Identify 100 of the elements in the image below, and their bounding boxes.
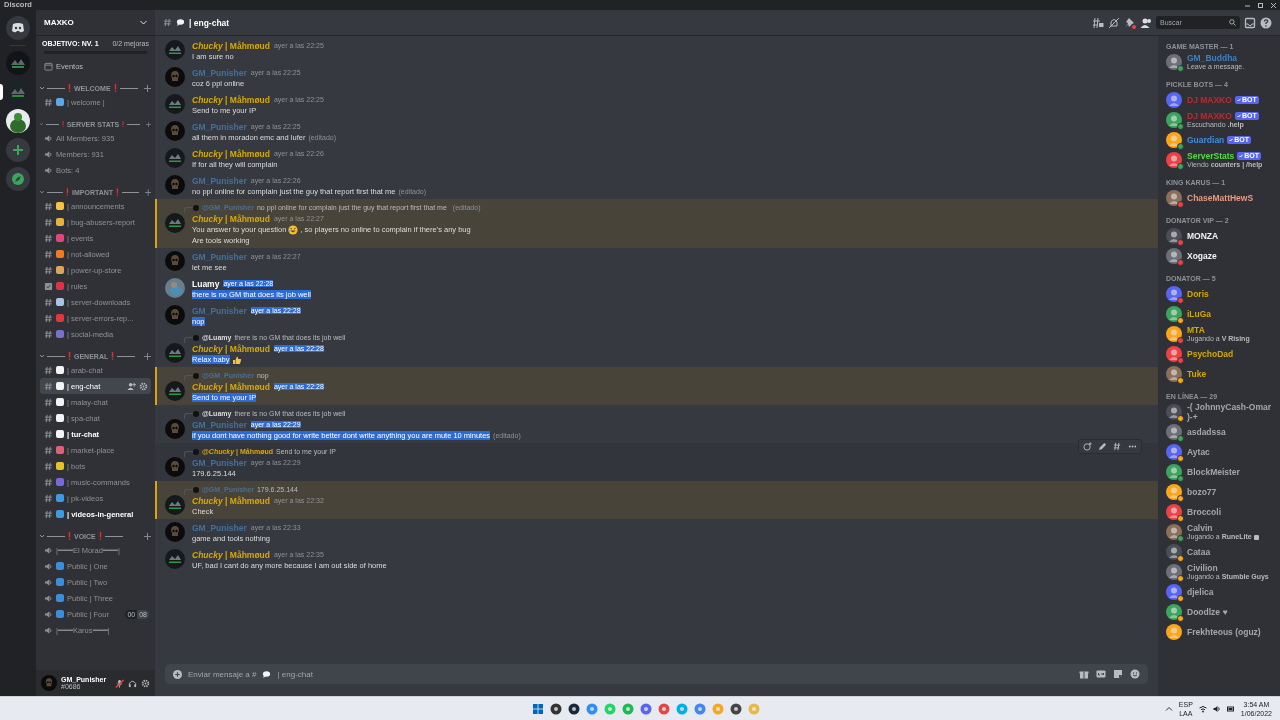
invite-icon[interactable] xyxy=(127,381,136,391)
chevron-down-icon[interactable] xyxy=(140,20,147,25)
plus-icon[interactable] xyxy=(144,532,151,540)
bell-muted-icon[interactable] xyxy=(1108,16,1120,29)
app-icon[interactable] xyxy=(550,703,563,715)
microphone-icon[interactable] xyxy=(115,678,124,688)
author-name[interactable]: Luamy xyxy=(192,278,220,289)
avatar[interactable] xyxy=(1166,152,1182,168)
avatar[interactable] xyxy=(1166,584,1182,600)
avatar[interactable] xyxy=(1166,306,1182,322)
emoji-icon[interactable] xyxy=(1130,669,1140,679)
windows-start-icon[interactable] xyxy=(532,703,545,715)
author-name[interactable]: Chucky | Måhmøud xyxy=(192,213,270,224)
avatar[interactable] xyxy=(1166,132,1182,148)
caret-icon[interactable] xyxy=(40,534,44,538)
avatar[interactable] xyxy=(1166,544,1182,560)
add-server-icon[interactable] xyxy=(6,138,30,162)
chevron-up-icon[interactable] xyxy=(1164,705,1173,713)
speech-bubble-icon xyxy=(176,18,185,27)
avatar[interactable] xyxy=(165,495,185,515)
member-name: Civilion xyxy=(1187,563,1218,573)
author-name[interactable]: Chucky | Måhmøud xyxy=(192,549,270,560)
caret-icon[interactable] xyxy=(40,86,44,90)
compass-icon[interactable] xyxy=(6,167,30,191)
avatar[interactable] xyxy=(165,40,185,60)
author-name[interactable]: Chucky | Måhmøud xyxy=(192,148,270,159)
avatar[interactable] xyxy=(165,549,185,569)
message-input[interactable]: Enviar mensaje a # | eng-chat xyxy=(165,664,1148,684)
avatar[interactable] xyxy=(1166,564,1182,580)
avatar[interactable] xyxy=(1166,112,1182,128)
avatar[interactable] xyxy=(1166,424,1182,440)
caret-icon[interactable] xyxy=(40,190,44,194)
avatar[interactable] xyxy=(165,213,185,233)
avatar[interactable] xyxy=(1166,346,1182,362)
pin-icon[interactable] xyxy=(1124,16,1136,29)
help-icon[interactable] xyxy=(1260,16,1272,29)
threads-icon[interactable] xyxy=(1092,16,1104,29)
author-name[interactable]: GM_Punisher xyxy=(192,457,247,468)
plus-icon[interactable] xyxy=(144,188,151,196)
gif-icon[interactable] xyxy=(1096,669,1106,679)
server-name[interactable]: MAXKO xyxy=(44,18,74,27)
app-icon[interactable] xyxy=(730,703,743,715)
hash-icon xyxy=(44,201,53,211)
gift-icon[interactable] xyxy=(1079,669,1089,679)
plus-icon[interactable] xyxy=(144,84,151,92)
avatar[interactable] xyxy=(1166,54,1182,70)
avatar[interactable] xyxy=(1166,190,1182,206)
avatar[interactable] xyxy=(1166,404,1182,420)
settings-icon[interactable] xyxy=(141,678,150,688)
sticker-icon[interactable] xyxy=(1113,669,1123,679)
avatar[interactable] xyxy=(1166,624,1182,640)
hash-icon xyxy=(44,217,53,227)
volume-icon[interactable] xyxy=(1212,705,1221,713)
headphones-icon[interactable] xyxy=(128,678,137,688)
avatar[interactable] xyxy=(1166,484,1182,500)
exclamation-icon xyxy=(68,532,71,540)
minimize-icon[interactable] xyxy=(1245,2,1250,8)
discord-home-icon[interactable] xyxy=(6,16,30,40)
avatar[interactable] xyxy=(1166,326,1182,342)
author-name[interactable]: Chucky | Måhmøud xyxy=(192,343,270,354)
author-name[interactable]: Chucky | Måhmøud xyxy=(192,381,270,392)
avatar[interactable] xyxy=(1166,524,1182,540)
wifi-icon[interactable] xyxy=(1198,705,1207,713)
avatar[interactable] xyxy=(1166,366,1182,382)
member-name: Aytac xyxy=(1187,447,1210,457)
caret-icon[interactable] xyxy=(40,122,43,126)
avatar[interactable] xyxy=(1166,444,1182,460)
author-name[interactable]: Chucky | Måhmøud xyxy=(192,495,270,506)
exclamation-icon xyxy=(122,120,125,128)
maximize-icon[interactable] xyxy=(1258,2,1263,8)
author-name[interactable]: Chucky | Måhmøud xyxy=(192,94,270,105)
avatar[interactable] xyxy=(1166,248,1182,264)
avatar[interactable] xyxy=(165,94,185,114)
plus-icon[interactable] xyxy=(144,352,151,360)
avatar[interactable] xyxy=(165,343,185,363)
status-dot xyxy=(1177,495,1184,502)
members-icon[interactable] xyxy=(1140,16,1152,29)
add-reaction-icon[interactable] xyxy=(1083,442,1092,451)
close-icon[interactable] xyxy=(1271,2,1276,8)
avatar[interactable] xyxy=(165,278,185,298)
author-name[interactable]: Chucky | Måhmøud xyxy=(192,40,270,51)
avatar[interactable] xyxy=(1166,504,1182,520)
pencil-icon[interactable] xyxy=(1098,442,1107,451)
settings-icon[interactable] xyxy=(139,381,148,391)
app-icon[interactable] xyxy=(568,703,581,715)
status-dot xyxy=(1177,415,1184,422)
status-dot xyxy=(1177,595,1184,602)
inbox-icon[interactable] xyxy=(1244,16,1256,29)
avatar[interactable] xyxy=(1166,286,1182,302)
caret-icon[interactable] xyxy=(40,354,44,358)
avatar[interactable] xyxy=(1166,228,1182,244)
avatar[interactable] xyxy=(1166,464,1182,480)
avatar[interactable] xyxy=(1166,92,1182,108)
avatar[interactable] xyxy=(165,381,185,401)
battery-icon[interactable] xyxy=(1226,705,1235,713)
plus-icon[interactable] xyxy=(146,120,151,128)
plus-circle-icon[interactable] xyxy=(173,669,182,679)
avatar[interactable] xyxy=(165,148,185,168)
avatar[interactable] xyxy=(1166,604,1182,620)
thread-icon[interactable] xyxy=(1113,442,1122,451)
